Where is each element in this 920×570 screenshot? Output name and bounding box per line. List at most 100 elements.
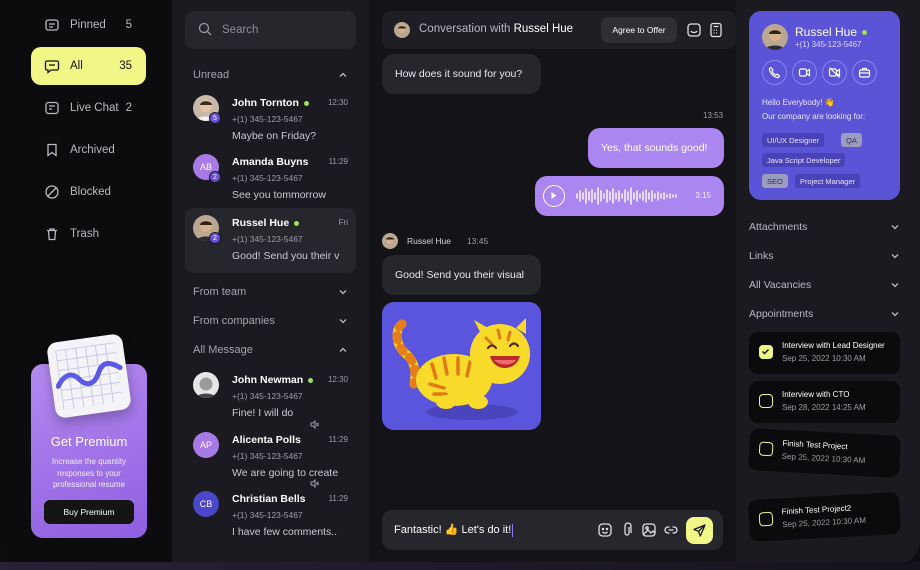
voice-message[interactable]: 3:15 bbox=[535, 176, 724, 216]
appointment-title: Finish Test Project bbox=[782, 438, 848, 452]
contact-name: Amanda Buyns bbox=[232, 156, 309, 168]
link-icon[interactable] bbox=[663, 522, 679, 538]
tag-javascript-developer[interactable]: Java Script Developer bbox=[762, 153, 846, 167]
accordion-appointments[interactable]: Appointments bbox=[749, 308, 900, 320]
online-indicator bbox=[308, 377, 314, 383]
chat-item[interactable]: CB Christian Bells +(1) 345-123-5467 I h… bbox=[185, 478, 356, 547]
mute-icon bbox=[310, 419, 319, 431]
nav-item-all[interactable]: All 35 bbox=[31, 47, 146, 85]
appointment-checkbox[interactable] bbox=[758, 441, 774, 457]
section-from-companies[interactable]: From companies bbox=[193, 315, 348, 327]
chat-item[interactable]: AB 2 Amanda Buyns +(1) 345-123-5467 See … bbox=[185, 147, 356, 210]
appointment-checkbox[interactable] bbox=[759, 394, 773, 408]
send-icon bbox=[693, 524, 706, 537]
buy-premium-button[interactable]: Buy Premium bbox=[44, 500, 134, 524]
message-time: 12:30 bbox=[327, 375, 348, 384]
title-name: Russel Hue bbox=[513, 23, 574, 35]
appointment-checkbox[interactable] bbox=[758, 511, 774, 527]
emoji-icon[interactable] bbox=[597, 522, 613, 538]
section-label: From companies bbox=[193, 315, 275, 327]
greeting-text: Hello Everybody! 👋 bbox=[762, 98, 835, 107]
last-message: Maybe on Friday? bbox=[232, 130, 317, 142]
message-input[interactable]: Fantastic! 👍 Let's do it! bbox=[394, 523, 514, 537]
message-composer[interactable]: Fantastic! 👍 Let's do it! bbox=[382, 510, 723, 550]
section-all-message[interactable]: All Message bbox=[193, 344, 348, 356]
section-label: From team bbox=[193, 286, 247, 298]
profile-panel: Russel Hue +(1) 345-123-5467 Hello Every… bbox=[736, 0, 920, 566]
appointment-title: Finish Test Project2 bbox=[781, 503, 852, 517]
search-input[interactable]: Search bbox=[185, 11, 356, 49]
nav-item-blocked[interactable]: Blocked bbox=[31, 173, 146, 211]
appointment-item[interactable]: Finish Test Project2 Sep 25, 2022 10:30 … bbox=[748, 492, 901, 542]
nav-label: Archived bbox=[70, 144, 115, 156]
contact-phone: +(1) 345-123-5467 bbox=[232, 114, 303, 124]
appointment-item[interactable]: Interview with CTO Sep 28, 2022 14:25 AM bbox=[749, 381, 900, 423]
text-cursor bbox=[512, 523, 514, 537]
video-call-button[interactable] bbox=[792, 60, 817, 85]
play-icon[interactable] bbox=[543, 185, 565, 207]
section-unread[interactable]: Unread bbox=[193, 69, 348, 81]
briefcase-button[interactable] bbox=[852, 60, 877, 85]
phone-icon bbox=[768, 66, 781, 79]
avatar bbox=[382, 233, 398, 249]
last-message: See you tommorrow bbox=[232, 189, 326, 201]
chat-item-selected[interactable]: 2 Russel Hue +(1) 345-123-5467 Good! Sen… bbox=[185, 208, 356, 273]
agree-to-offer-button[interactable]: Agree to Offer bbox=[601, 17, 677, 43]
image-icon[interactable] bbox=[641, 522, 657, 538]
video-icon bbox=[798, 68, 811, 77]
unread-badge: 2 bbox=[209, 171, 221, 183]
premium-card: Get Premium Increase the quantity respon… bbox=[31, 333, 147, 538]
online-indicator bbox=[294, 220, 300, 226]
voice-duration: 3:15 bbox=[695, 191, 711, 200]
unread-badge: 5 bbox=[209, 112, 221, 124]
nav-item-trash[interactable]: Trash bbox=[31, 215, 146, 253]
appointment-checkbox[interactable] bbox=[759, 345, 773, 359]
section-from-team[interactable]: From team bbox=[193, 286, 348, 298]
accordion-all-vacancies[interactable]: All Vacancies bbox=[749, 279, 900, 291]
save-icon[interactable] bbox=[686, 22, 702, 38]
appointment-item[interactable]: Interview with Lead Designer Sep 25, 202… bbox=[749, 332, 900, 374]
appointment-item[interactable]: Finish Test Project Sep 25, 2022 10:30 A… bbox=[748, 428, 901, 478]
appointment-date: Sep 25, 2022 10:30 AM bbox=[781, 451, 866, 466]
tag-qa[interactable]: QA bbox=[841, 133, 862, 147]
tag-ui-ux-designer[interactable]: UI/UX Designer bbox=[762, 133, 825, 147]
accordion-links[interactable]: Links bbox=[749, 250, 900, 262]
profile-card: Russel Hue +(1) 345-123-5467 Hello Every… bbox=[749, 11, 900, 200]
nav-label: Blocked bbox=[70, 186, 111, 198]
check-icon bbox=[761, 348, 770, 355]
send-button[interactable] bbox=[686, 517, 713, 544]
tiger-sticker-image[interactable] bbox=[382, 302, 541, 430]
call-button[interactable] bbox=[762, 60, 787, 85]
mute-icon bbox=[310, 478, 319, 490]
last-message: Good! Send you their visual bbox=[232, 250, 340, 262]
chevron-down-icon bbox=[891, 254, 899, 259]
tag-seo[interactable]: SEO bbox=[762, 174, 788, 188]
video-off-icon bbox=[828, 67, 841, 78]
nav-item-pinned[interactable]: Pinned 5 bbox=[31, 6, 146, 44]
last-message: I have few comments.. bbox=[232, 526, 338, 538]
video-off-button[interactable] bbox=[822, 60, 847, 85]
tag-project-manager[interactable]: Project Manager bbox=[795, 174, 861, 188]
nav-item-live-chat[interactable]: Live Chat 2 bbox=[31, 89, 146, 127]
premium-text: Increase the quantity responses to your … bbox=[51, 457, 127, 489]
chat-item[interactable]: 5 John Tornton +(1) 345-123-5467 Maybe o… bbox=[185, 88, 356, 151]
profile-name: Russel Hue bbox=[795, 25, 858, 39]
accordion-attachments[interactable]: Attachments bbox=[749, 221, 900, 233]
nav-item-archived[interactable]: Archived bbox=[31, 131, 146, 169]
attach-icon[interactable] bbox=[619, 522, 635, 538]
accordion-label: Attachments bbox=[749, 221, 808, 233]
nav-count: 35 bbox=[119, 60, 132, 72]
profile-greeting: Hello Everybody! 👋 Our company are looki… bbox=[762, 96, 865, 124]
calculator-icon[interactable] bbox=[708, 22, 724, 38]
message-sender: Russel Hue 13:45 bbox=[382, 233, 488, 249]
folder-sidebar: Pinned 5 All 35 Live Chat 2 Archived Blo… bbox=[0, 0, 172, 566]
message-time: Fri bbox=[338, 218, 348, 227]
waveform bbox=[576, 187, 677, 205]
avatar bbox=[394, 22, 410, 38]
nav-label: Trash bbox=[70, 228, 99, 240]
avatar: CB bbox=[193, 491, 219, 517]
chat-item[interactable]: John Newman +(1) 345-123-5467 Fine! I wi… bbox=[185, 365, 356, 428]
message-time: 11:29 bbox=[328, 157, 348, 166]
chat-item[interactable]: AP Alicenta Polls +(1) 345-123-5467 We a… bbox=[185, 419, 356, 488]
trash-icon bbox=[44, 226, 60, 242]
